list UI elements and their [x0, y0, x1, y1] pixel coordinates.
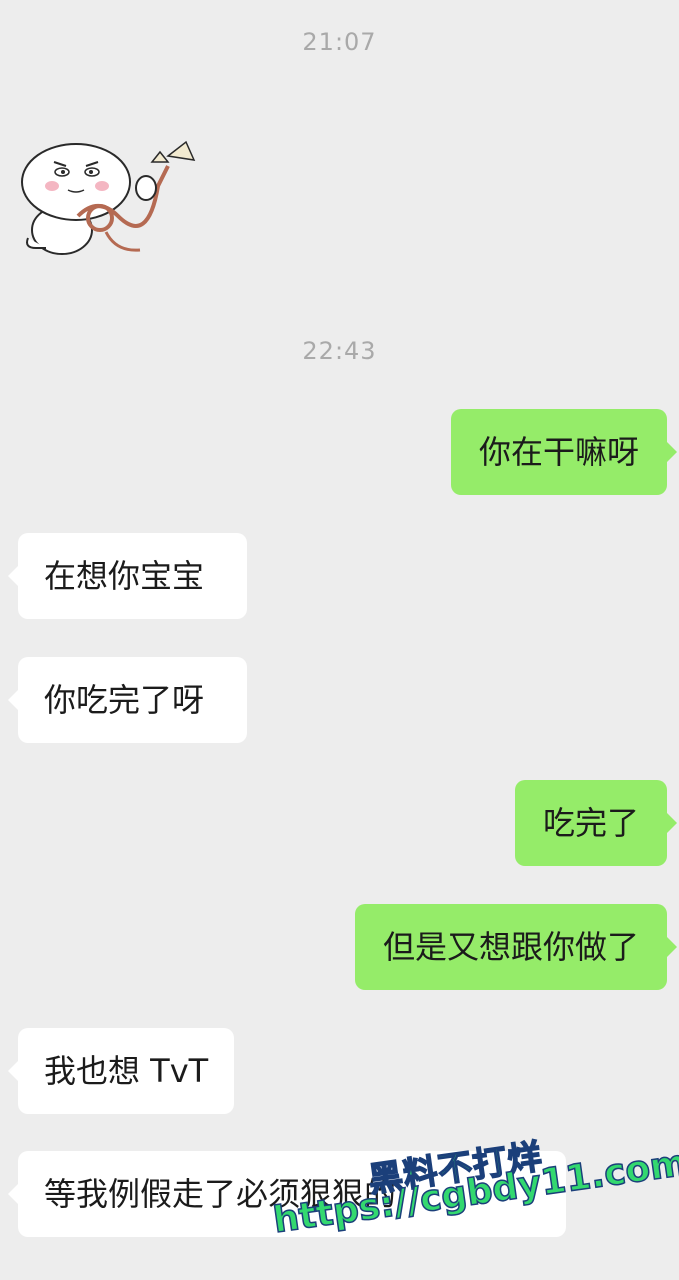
message-bubble-in[interactable]: 我也想 TvT [7, 1028, 235, 1114]
message-bubble-in[interactable]: 在想你宝宝 [8, 533, 247, 619]
message-bubble-out[interactable]: 吃完了 [514, 780, 678, 866]
message-bubble-out[interactable]: 但是又想跟你做了 [354, 904, 678, 990]
timestamp-1: 21:07 [302, 28, 377, 56]
watermark: 黑料不打烊 https://cgbdy11.com [266, 1114, 679, 1278]
bunny-sticker-icon[interactable] [18, 138, 204, 264]
message-bubble-in[interactable]: 你吃完了呀 [8, 657, 247, 743]
message-bubble-out[interactable]: 你在干嘛呀 [450, 409, 678, 495]
timestamp-2: 22:43 [302, 337, 377, 365]
